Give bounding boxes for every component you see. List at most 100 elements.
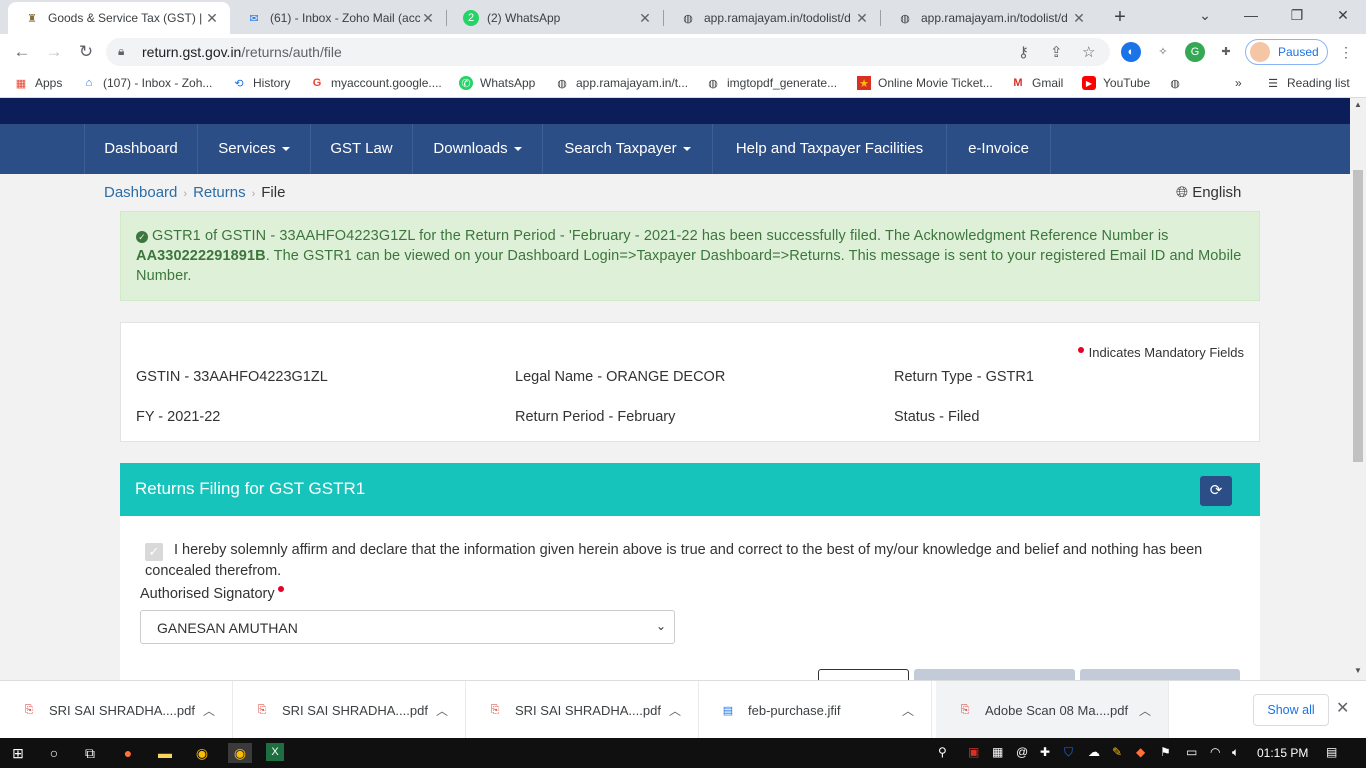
close-icon[interactable]: ✕ — [854, 10, 870, 27]
lock-icon[interactable]: 🔒︎ — [118, 44, 124, 59]
file-with-dsc-button[interactable] — [914, 669, 1075, 680]
window-close-button[interactable]: ✕ — [1320, 0, 1366, 30]
extension-icon[interactable]: ◐ — [1121, 42, 1141, 62]
tray-app-icon[interactable]: @ — [1016, 745, 1028, 759]
battery-icon[interactable]: ▭ — [1186, 745, 1197, 759]
people-icon[interactable]: ⚲ — [938, 745, 947, 759]
scroll-up-icon[interactable]: ▲ — [1353, 100, 1363, 109]
reading-list-button[interactable]: ☰ Reading list — [1266, 76, 1350, 90]
language-selector[interactable]: 🌐︎ English — [1176, 184, 1241, 201]
search-icon[interactable]: ○ — [44, 743, 64, 763]
chevron-up-icon[interactable]: ︿ — [199, 702, 219, 719]
minimize-button[interactable]: — — [1228, 0, 1274, 30]
key-icon[interactable]: ⚷ — [1018, 43, 1029, 61]
download-item[interactable]: ⎘ SRI SAI SHRADHA....pdf ︿ — [466, 681, 699, 739]
task-view-icon[interactable]: ⧉ — [80, 743, 100, 763]
forward-button[interactable]: → — [42, 40, 66, 64]
scroll-down-icon[interactable]: ▼ — [1353, 666, 1363, 675]
nav-e-invoice[interactable]: e-Invoice — [947, 124, 1051, 174]
bookmark-zoho[interactable]: ⌂ (107) - Inbox - Zoh... — [82, 76, 213, 90]
close-icon[interactable]: ✕ — [420, 10, 436, 27]
download-item[interactable]: ⎘ SRI SAI SHRADHA....pdf ︿ — [233, 681, 466, 739]
preview-button[interactable] — [818, 669, 909, 680]
windows-start-icon[interactable]: ⊞ — [8, 743, 28, 763]
bookmark-ramajayam[interactable]: ◍ app.ramajayam.in/t... — [555, 76, 688, 90]
extensions-puzzle-icon[interactable]: ✚ — [1216, 42, 1236, 62]
bookmark-youtube[interactable]: ▶ YouTube — [1082, 76, 1150, 90]
address-bar[interactable]: 🔒︎ return.gst.gov.in/returns/auth/file ⚷… — [106, 38, 1110, 66]
bookmark-google-account[interactable]: Gmyaccount.google.... — [310, 76, 442, 90]
file-with-evc-button[interactable] — [1080, 669, 1240, 680]
chevron-up-icon[interactable]: ︿ — [432, 702, 452, 719]
bookmark-whatsapp[interactable]: ✆ WhatsApp — [459, 76, 535, 90]
close-icon[interactable]: ✕ — [1336, 698, 1349, 718]
nav-search-taxpayer[interactable]: Search Taxpayer — [543, 124, 713, 174]
star-icon[interactable]: ☆ — [1082, 43, 1095, 61]
tray-app-icon[interactable]: ✚ — [1040, 745, 1050, 759]
bookmark-label: myaccount.google.... — [331, 76, 442, 90]
refresh-button[interactable]: ⟳ — [1200, 476, 1232, 506]
breadcrumb-dashboard[interactable]: Dashboard — [104, 184, 177, 201]
bookmark-movie-tickets[interactable]: ★ Online Movie Ticket... — [857, 76, 993, 90]
show-all-button[interactable]: Show all — [1253, 694, 1329, 726]
tab-gst[interactable]: ♜ Goods & Service Tax (GST) | U ✕ — [8, 2, 230, 34]
bookmark-imgtopdf[interactable]: ◍ imgtopdf_generate... — [706, 76, 837, 90]
tab-whatsapp[interactable]: 2 (2) WhatsApp ✕ — [447, 2, 663, 34]
extension-icon[interactable]: ✧ — [1153, 42, 1173, 62]
tray-app-icon[interactable]: ✎ — [1112, 745, 1122, 759]
nav-gst-law[interactable]: GST Law — [311, 124, 413, 174]
scrollbar-thumb[interactable] — [1353, 170, 1363, 462]
wifi-icon[interactable]: ◠ — [1210, 745, 1220, 759]
chrome-icon[interactable]: ◉ — [192, 743, 212, 763]
nav-dashboard[interactable]: Dashboard — [84, 124, 198, 174]
nav-help[interactable]: Help and Taxpayer Facilities — [713, 124, 947, 174]
restore-button[interactable]: ❐ — [1274, 0, 1320, 30]
chevron-up-icon[interactable]: ︿ — [898, 702, 918, 719]
breadcrumb-returns[interactable]: Returns — [193, 184, 246, 201]
share-icon[interactable]: ⇪ — [1050, 43, 1063, 61]
close-icon[interactable]: ✕ — [1071, 10, 1087, 27]
kebab-menu-icon[interactable]: ⋮ — [1336, 42, 1356, 62]
bookmark-history[interactable]: ⟲ History — [232, 76, 290, 90]
tray-app-icon[interactable]: ◆ — [1136, 745, 1145, 759]
tab-todolist-2[interactable]: ◍ app.ramajayam.in/todolist/d ✕ — [881, 2, 1097, 34]
shield-icon[interactable]: ⛉ — [1064, 745, 1073, 760]
tray-app-icon[interactable]: ⚑ — [1160, 745, 1171, 759]
reload-button[interactable]: ↻ — [74, 40, 98, 64]
chevron-up-icon[interactable]: ︿ — [665, 702, 685, 719]
cloud-icon[interactable]: ☁ — [1088, 745, 1100, 759]
tab-search-chevron-icon[interactable]: ⌄ — [1182, 0, 1228, 30]
close-icon[interactable]: ✕ — [204, 10, 220, 27]
grammarly-icon[interactable]: G — [1185, 42, 1205, 62]
close-icon[interactable]: ✕ — [637, 10, 653, 27]
bookmark-apps[interactable]: ▦ Apps — [14, 76, 63, 90]
page-scrollbar[interactable]: ▲ ▼ — [1350, 98, 1366, 680]
bookmark-gmail[interactable]: M Gmail — [1011, 76, 1063, 90]
firefox-icon[interactable]: ● — [118, 743, 138, 763]
profile-button[interactable]: Paused — [1245, 39, 1328, 65]
excel-icon[interactable]: X — [266, 743, 284, 761]
download-item[interactable]: ⎘ SRI SAI SHRADHA....pdf ︿ — [0, 681, 233, 739]
tab-todolist-1[interactable]: ◍ app.ramajayam.in/todolist/d ✕ — [664, 2, 880, 34]
nav-downloads[interactable]: Downloads — [413, 124, 543, 174]
signatory-select[interactable]: GANESAN AMUTHAN ⌄ — [140, 610, 675, 644]
tray-app-icon[interactable]: ▦ — [992, 745, 1003, 759]
back-button[interactable]: ← — [10, 40, 34, 64]
tab-zoho[interactable]: ✉ (61) - Inbox - Zoho Mail (acc ✕ — [230, 2, 446, 34]
chevron-up-icon[interactable]: ︿ — [1135, 702, 1155, 719]
nav-services[interactable]: Services — [198, 124, 311, 174]
volume-icon[interactable]: 🔈︎ — [1232, 745, 1239, 760]
chrome-active-icon[interactable]: ◉ — [228, 743, 252, 763]
file-explorer-icon[interactable]: ▬ — [155, 743, 175, 763]
download-item[interactable]: ▤ feb-purchase.jfif ︿ — [699, 681, 932, 739]
pdf-icon: ⎘ — [960, 703, 970, 716]
bookmark-globe[interactable]: ◍ — [1168, 76, 1189, 90]
notification-icon[interactable]: ▤ — [1326, 745, 1337, 759]
declaration-checkbox[interactable]: ✓ — [145, 543, 163, 561]
taskbar-clock[interactable]: 01:15 PM — [1257, 746, 1308, 760]
new-tab-button[interactable]: + — [1108, 6, 1132, 30]
tray-app-icon[interactable]: ▣ — [968, 745, 979, 759]
bookmarks-overflow-button[interactable]: » — [1235, 76, 1242, 90]
return-period-field: Return Period - February — [515, 409, 676, 425]
download-item[interactable]: ⎘ Adobe Scan 08 Ma....pdf ︿ — [936, 681, 1169, 739]
